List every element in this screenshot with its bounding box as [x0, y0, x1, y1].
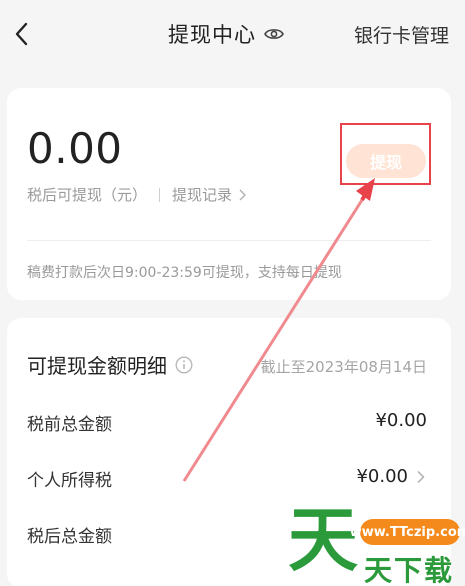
watermark-text: 天下载	[364, 554, 455, 586]
chevron-right-icon	[239, 189, 247, 200]
cutoff-date: 截止至2023年08月14日	[260, 358, 427, 376]
withdraw-notice: 稿费打款后次日9:00-23:59可提现，支持每日提现	[27, 265, 342, 281]
income-tax-value: ¥0.00	[356, 466, 408, 487]
amount-sub-row: 税后可提现（元） 提现记录	[27, 184, 247, 205]
highlight-box	[340, 123, 431, 185]
pretax-total-label: 税前总金额	[27, 415, 112, 435]
detail-title: 可提现金额明细	[27, 354, 167, 378]
detail-title-row: 可提现金额明细	[27, 350, 193, 379]
title-group: 提现中心	[168, 18, 284, 50]
page-title: 提现中心	[168, 23, 256, 47]
pretax-total-value: ¥0.00	[375, 410, 427, 431]
watermark-url: www.TTczip.com	[350, 519, 465, 545]
withdrawable-amount: 0.00	[27, 124, 123, 173]
income-tax-label: 个人所得税	[27, 471, 112, 491]
eye-icon[interactable]	[264, 27, 284, 41]
back-arrow-icon[interactable]	[12, 20, 32, 48]
separator	[159, 187, 161, 202]
header-bar: 提现中心 银行卡管理	[0, 0, 465, 70]
income-tax-value-group: ¥0.00	[356, 466, 425, 487]
withdraw-records-link[interactable]: 提现记录	[172, 184, 232, 205]
watermark-logo: 天 www.TTczip.com 天下载	[288, 505, 465, 586]
chevron-right-icon	[417, 470, 425, 483]
bank-card-manage-link[interactable]: 银行卡管理	[354, 21, 449, 48]
watermark-glyph: 天	[288, 498, 358, 581]
info-icon[interactable]	[175, 356, 193, 374]
balance-card: 0.00 税后可提现（元） 提现记录 提现 稿费打款后次日9:00-23:59可…	[7, 88, 451, 300]
aftertax-total-label: 税后总金额	[27, 527, 112, 547]
divider	[27, 240, 431, 241]
amount-label: 税后可提现（元）	[27, 186, 148, 204]
